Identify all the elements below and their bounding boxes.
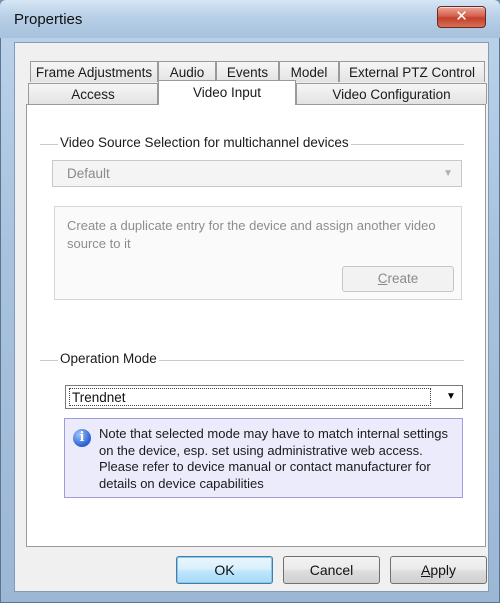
- cancel-button[interactable]: Cancel: [283, 556, 380, 584]
- video-source-group-header: Video Source Selection for multichannel …: [58, 135, 351, 150]
- apply-button-label: pply: [430, 562, 457, 578]
- operation-mode-select[interactable]: Trendnet ▼: [65, 385, 463, 409]
- window-title: Properties: [14, 11, 83, 28]
- tab-audio[interactable]: Audio: [158, 61, 216, 82]
- close-button[interactable]: ✕: [437, 6, 486, 28]
- tab-frame-adjustments[interactable]: Frame Adjustments: [30, 61, 158, 82]
- operation-mode-group-header: Operation Mode: [58, 351, 159, 366]
- operation-mode-note: i Note that selected mode may have to ma…: [64, 418, 463, 498]
- tab-access[interactable]: Access: [28, 83, 158, 104]
- tab-events[interactable]: Events: [216, 61, 279, 82]
- video-source-select: Default ▼: [52, 160, 462, 187]
- title-bar[interactable]: Properties ✕: [0, 0, 500, 38]
- apply-button[interactable]: Apply: [390, 556, 487, 584]
- tab-video-configuration[interactable]: Video Configuration: [296, 83, 487, 104]
- info-icon: i: [73, 429, 91, 447]
- duplicate-entry-text: Create a duplicate entry for the device …: [67, 218, 436, 251]
- tab-video-input[interactable]: Video Input: [158, 80, 296, 105]
- close-icon: ✕: [455, 8, 468, 25]
- tab-model[interactable]: Model: [279, 61, 339, 82]
- ok-button[interactable]: OK: [176, 556, 273, 584]
- video-source-select-value: Default: [67, 166, 110, 181]
- tab-external-ptz-control[interactable]: External PTZ Control: [339, 61, 485, 82]
- chevron-down-icon: ▼: [443, 168, 453, 179]
- operation-mode-note-text: Note that selected mode may have to matc…: [99, 426, 449, 491]
- properties-window: Properties ✕ Frame Adjustments Audio Eve…: [0, 0, 500, 603]
- create-button-label: reate: [387, 271, 419, 286]
- chevron-down-icon[interactable]: ▼: [440, 386, 462, 408]
- create-button: Create: [342, 266, 454, 292]
- operation-mode-select-value: Trendnet: [69, 388, 431, 406]
- apply-button-mnemonic: A: [420, 562, 431, 578]
